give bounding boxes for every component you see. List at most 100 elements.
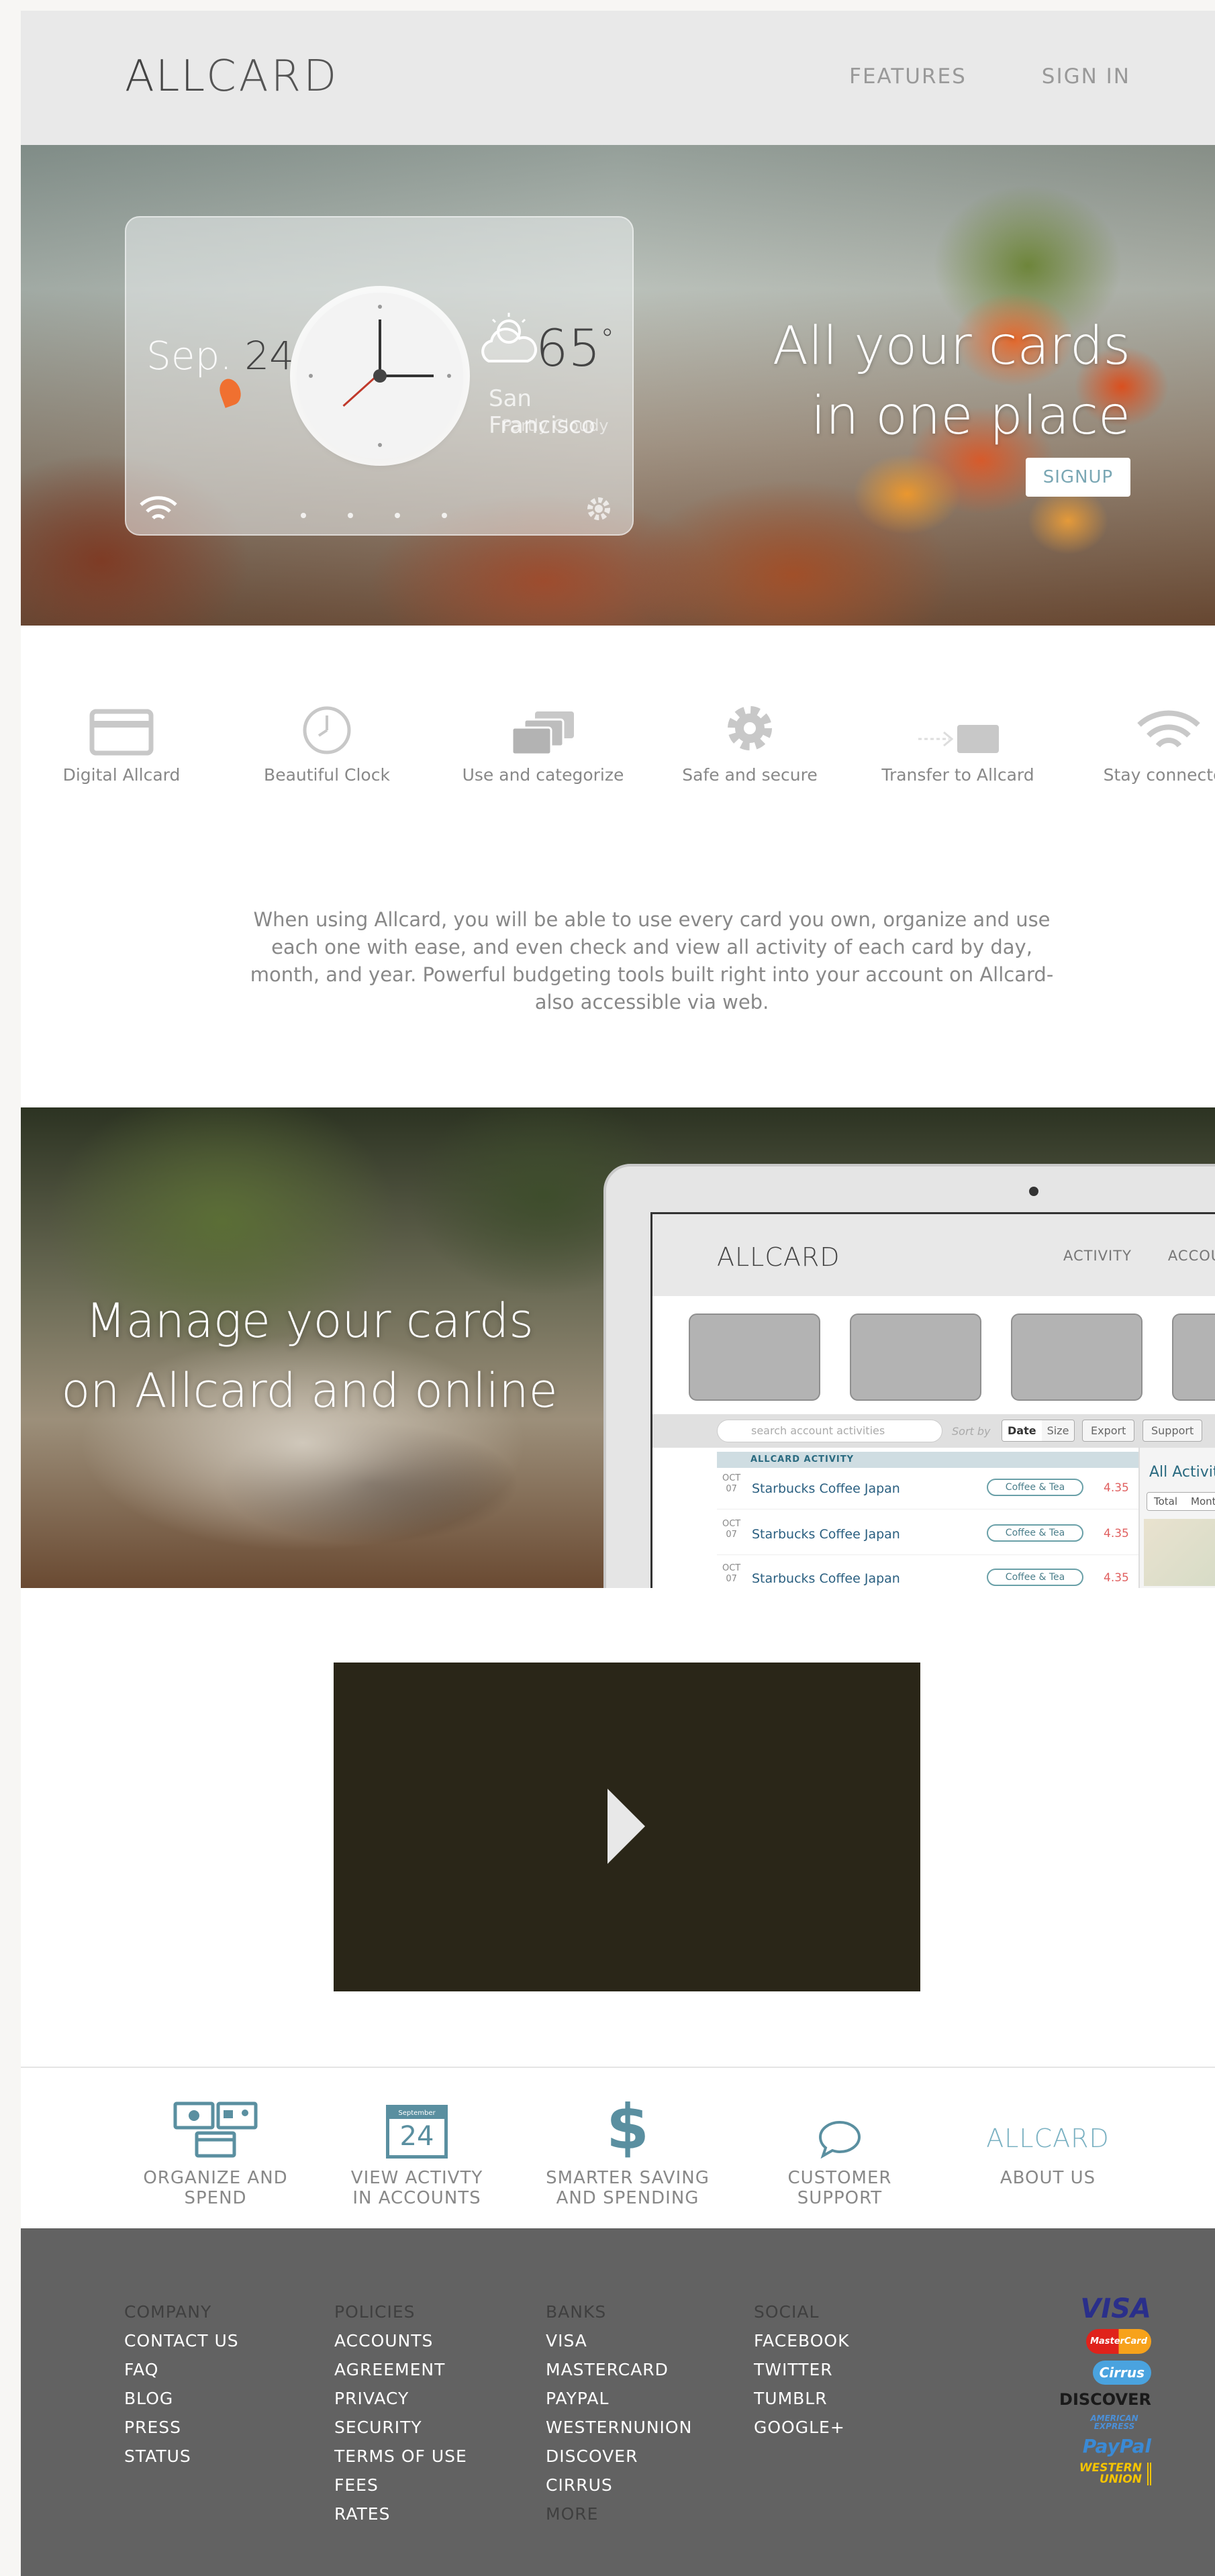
footer-link[interactable]: RATES [334, 2504, 467, 2533]
export-button[interactable]: Export [1082, 1420, 1135, 1442]
main-nav: FEATURES SIGN IN [849, 64, 1130, 89]
widget-date-month: Sep. [146, 333, 232, 379]
footer-link[interactable]: AGREEMENT [334, 2360, 467, 2389]
nav-sign-in-link[interactable]: SIGN IN [1042, 64, 1130, 89]
card-thumbnail[interactable] [850, 1314, 981, 1401]
widget-temperature: 65° [536, 318, 614, 378]
app-logo: ALLCARD [717, 1242, 840, 1272]
settings-gear-icon[interactable] [583, 493, 615, 525]
western-union-logo: WESTERN UNION [1071, 2463, 1151, 2485]
support-button[interactable]: Support [1143, 1420, 1203, 1442]
footer-heading: POLICIES [334, 2302, 416, 2322]
benefits-row: ORGANIZE AND SPEND September 2013 24 VIEW… [21, 2094, 1215, 2228]
row-amount: 4.35 [1104, 1527, 1129, 1540]
footer-link[interactable]: PRIVACY [334, 2389, 467, 2418]
footer-link[interactable]: CIRRUS [546, 2475, 692, 2504]
map-thumbnail[interactable] [1144, 1519, 1215, 1586]
row-category-tag[interactable]: Coffee & Tea [987, 1524, 1083, 1542]
row-date: OCT 07 [722, 1473, 740, 1495]
cirrus-logo: Cirrus [1092, 2361, 1151, 2385]
footer-link[interactable]: SECURITY [334, 2418, 467, 2446]
sort-segmented-control: Date Size [1002, 1420, 1075, 1442]
footer-link[interactable]: MASTERCARD [546, 2360, 692, 2389]
footer-link[interactable]: BLOG [124, 2389, 239, 2418]
footer-link[interactable]: FACEBOOK [754, 2331, 849, 2360]
app-nav-accounts[interactable]: ACCOUNTS [1168, 1248, 1215, 1264]
feature-beautiful-clock: Beautiful Clock [226, 702, 428, 785]
row-month: OCT [722, 1519, 741, 1529]
benefit-organize[interactable]: ORGANIZE AND SPEND [108, 2094, 323, 2208]
card-thumbnail[interactable] [1172, 1314, 1215, 1401]
footer-link[interactable]: CONTACT US [124, 2331, 239, 2360]
payment-logos: VISA MasterCard Cirrus DISCOVER AMERICAN… [1030, 2295, 1151, 2485]
activity-search-input[interactable]: search account activities [717, 1420, 942, 1442]
feature-label: Digital Allcard [62, 765, 181, 785]
dollar-icon: $ [605, 2091, 649, 2163]
hero-title-line1: All your cards [772, 316, 1130, 377]
app-card-thumbnails [689, 1314, 1215, 1401]
row-category-tag[interactable]: Coffee & Tea [987, 1479, 1083, 1496]
benefit-about-us[interactable]: ALLCARD ABOUT US [940, 2094, 1155, 2188]
footer-link[interactable]: VISA [546, 2331, 692, 2360]
app-nav-activity[interactable]: ACTIVITY [1063, 1248, 1132, 1264]
discover-logo: DISCOVER [1059, 2390, 1151, 2409]
footer-heading: BANKS [546, 2302, 607, 2322]
benefit-label-line1: SMARTER SAVING [546, 2168, 710, 2188]
widget-degree: ° [600, 324, 614, 355]
allcard-logo[interactable]: ALLCARD [125, 55, 339, 98]
camera-dot [1029, 1187, 1038, 1196]
activity-row[interactable]: OCT 07 Starbucks Coffee Japan Coffee & Te… [717, 1515, 1138, 1555]
allcard-logo-bold: ALL [986, 2124, 1034, 2153]
sort-label: Sort by [952, 1425, 991, 1438]
footer-link[interactable]: TERMS OF USE [334, 2446, 467, 2475]
transfer-icon [918, 725, 999, 753]
benefit-label-line2: AND SPENDING [556, 2188, 699, 2208]
feature-stay-connected: Stay connected [1068, 702, 1215, 785]
feature-transfer: Transfer to Allcard [857, 702, 1059, 785]
footer-link[interactable]: ACCOUNTS [334, 2331, 467, 2360]
row-amount: 4.35 [1104, 1571, 1129, 1585]
benefit-customer-support[interactable]: CUSTOMER SUPPORT [732, 2094, 947, 2208]
footer-link[interactable]: GOOGLE+ [754, 2418, 849, 2446]
footer-link[interactable]: PAYPAL [546, 2389, 692, 2418]
manage-section: Manage your cards on Allcard and online … [21, 1107, 1215, 1588]
footer-link[interactable]: WESTERNUNION [546, 2418, 692, 2446]
row-category-tag[interactable]: Coffee & Tea [987, 1569, 1083, 1586]
footer-link[interactable]: DISCOVER [546, 2446, 692, 2475]
row-amount: 4.35 [1104, 1481, 1129, 1495]
footer-more-link[interactable]: MORE [546, 2504, 692, 2533]
nav-features-link[interactable]: FEATURES [849, 64, 967, 89]
sort-date-option[interactable]: Date [1002, 1420, 1042, 1441]
benefit-smarter-saving[interactable]: $ SMARTER SAVING AND SPENDING [520, 2091, 735, 2209]
footer-col-company: COMPANY CONTACT US FAQ BLOG PRESS STATUS [124, 2302, 239, 2475]
video-player[interactable] [334, 1663, 920, 1991]
allcard-logo-thin: CARD [1034, 2124, 1110, 2153]
footer-link[interactable]: FAQ [124, 2360, 239, 2389]
intro-paragraph: When using Allcard, you will be able to … [250, 908, 1054, 1013]
widget-condition: Partly Cloudy [502, 416, 609, 435]
footer-link[interactable]: FEES [334, 2475, 467, 2504]
tab-month[interactable]: Month [1184, 1493, 1215, 1510]
feature-label: Use and categorize [462, 765, 624, 785]
app-nav: ACTIVITY ACCOUNTS [1063, 1248, 1215, 1264]
row-merchant: Starbucks Coffee Japan [752, 1571, 900, 1586]
footer-link[interactable]: TUMBLR [754, 2389, 849, 2418]
signup-button[interactable]: SIGNUP [1026, 458, 1130, 497]
card-thumbnail[interactable] [1011, 1314, 1143, 1401]
tab-total[interactable]: Total [1147, 1493, 1185, 1510]
activity-row[interactable]: OCT 07 Starbucks Coffee Japan Coffee & Te… [717, 1469, 1138, 1509]
clock-weather-widget: Sep. 24 65° San Francisco Partly Cloudy [125, 216, 634, 536]
footer-link[interactable]: TWITTER [754, 2360, 849, 2389]
footer-link[interactable]: STATUS [124, 2446, 239, 2475]
card-thumbnail[interactable] [689, 1314, 820, 1401]
footer-link[interactable]: PRESS [124, 2418, 239, 2446]
activity-row[interactable]: OCT 07 Starbucks Coffee Japan Coffee & Te… [717, 1559, 1138, 1588]
widget-page-dots[interactable] [301, 513, 447, 518]
calendar-day: 24 [399, 2121, 434, 2152]
features-row: Digital Allcard Beautiful Clock Use and … [21, 702, 1215, 836]
sort-size-option[interactable]: Size [1041, 1420, 1075, 1441]
row-day: 07 [726, 1484, 737, 1494]
benefit-view-activity[interactable]: September 2013 24 VIEW ACTIVTY IN ACCOUNT… [309, 2094, 524, 2208]
benefit-label-line1: ORGANIZE AND [143, 2168, 288, 2188]
play-icon[interactable] [608, 1789, 645, 1864]
